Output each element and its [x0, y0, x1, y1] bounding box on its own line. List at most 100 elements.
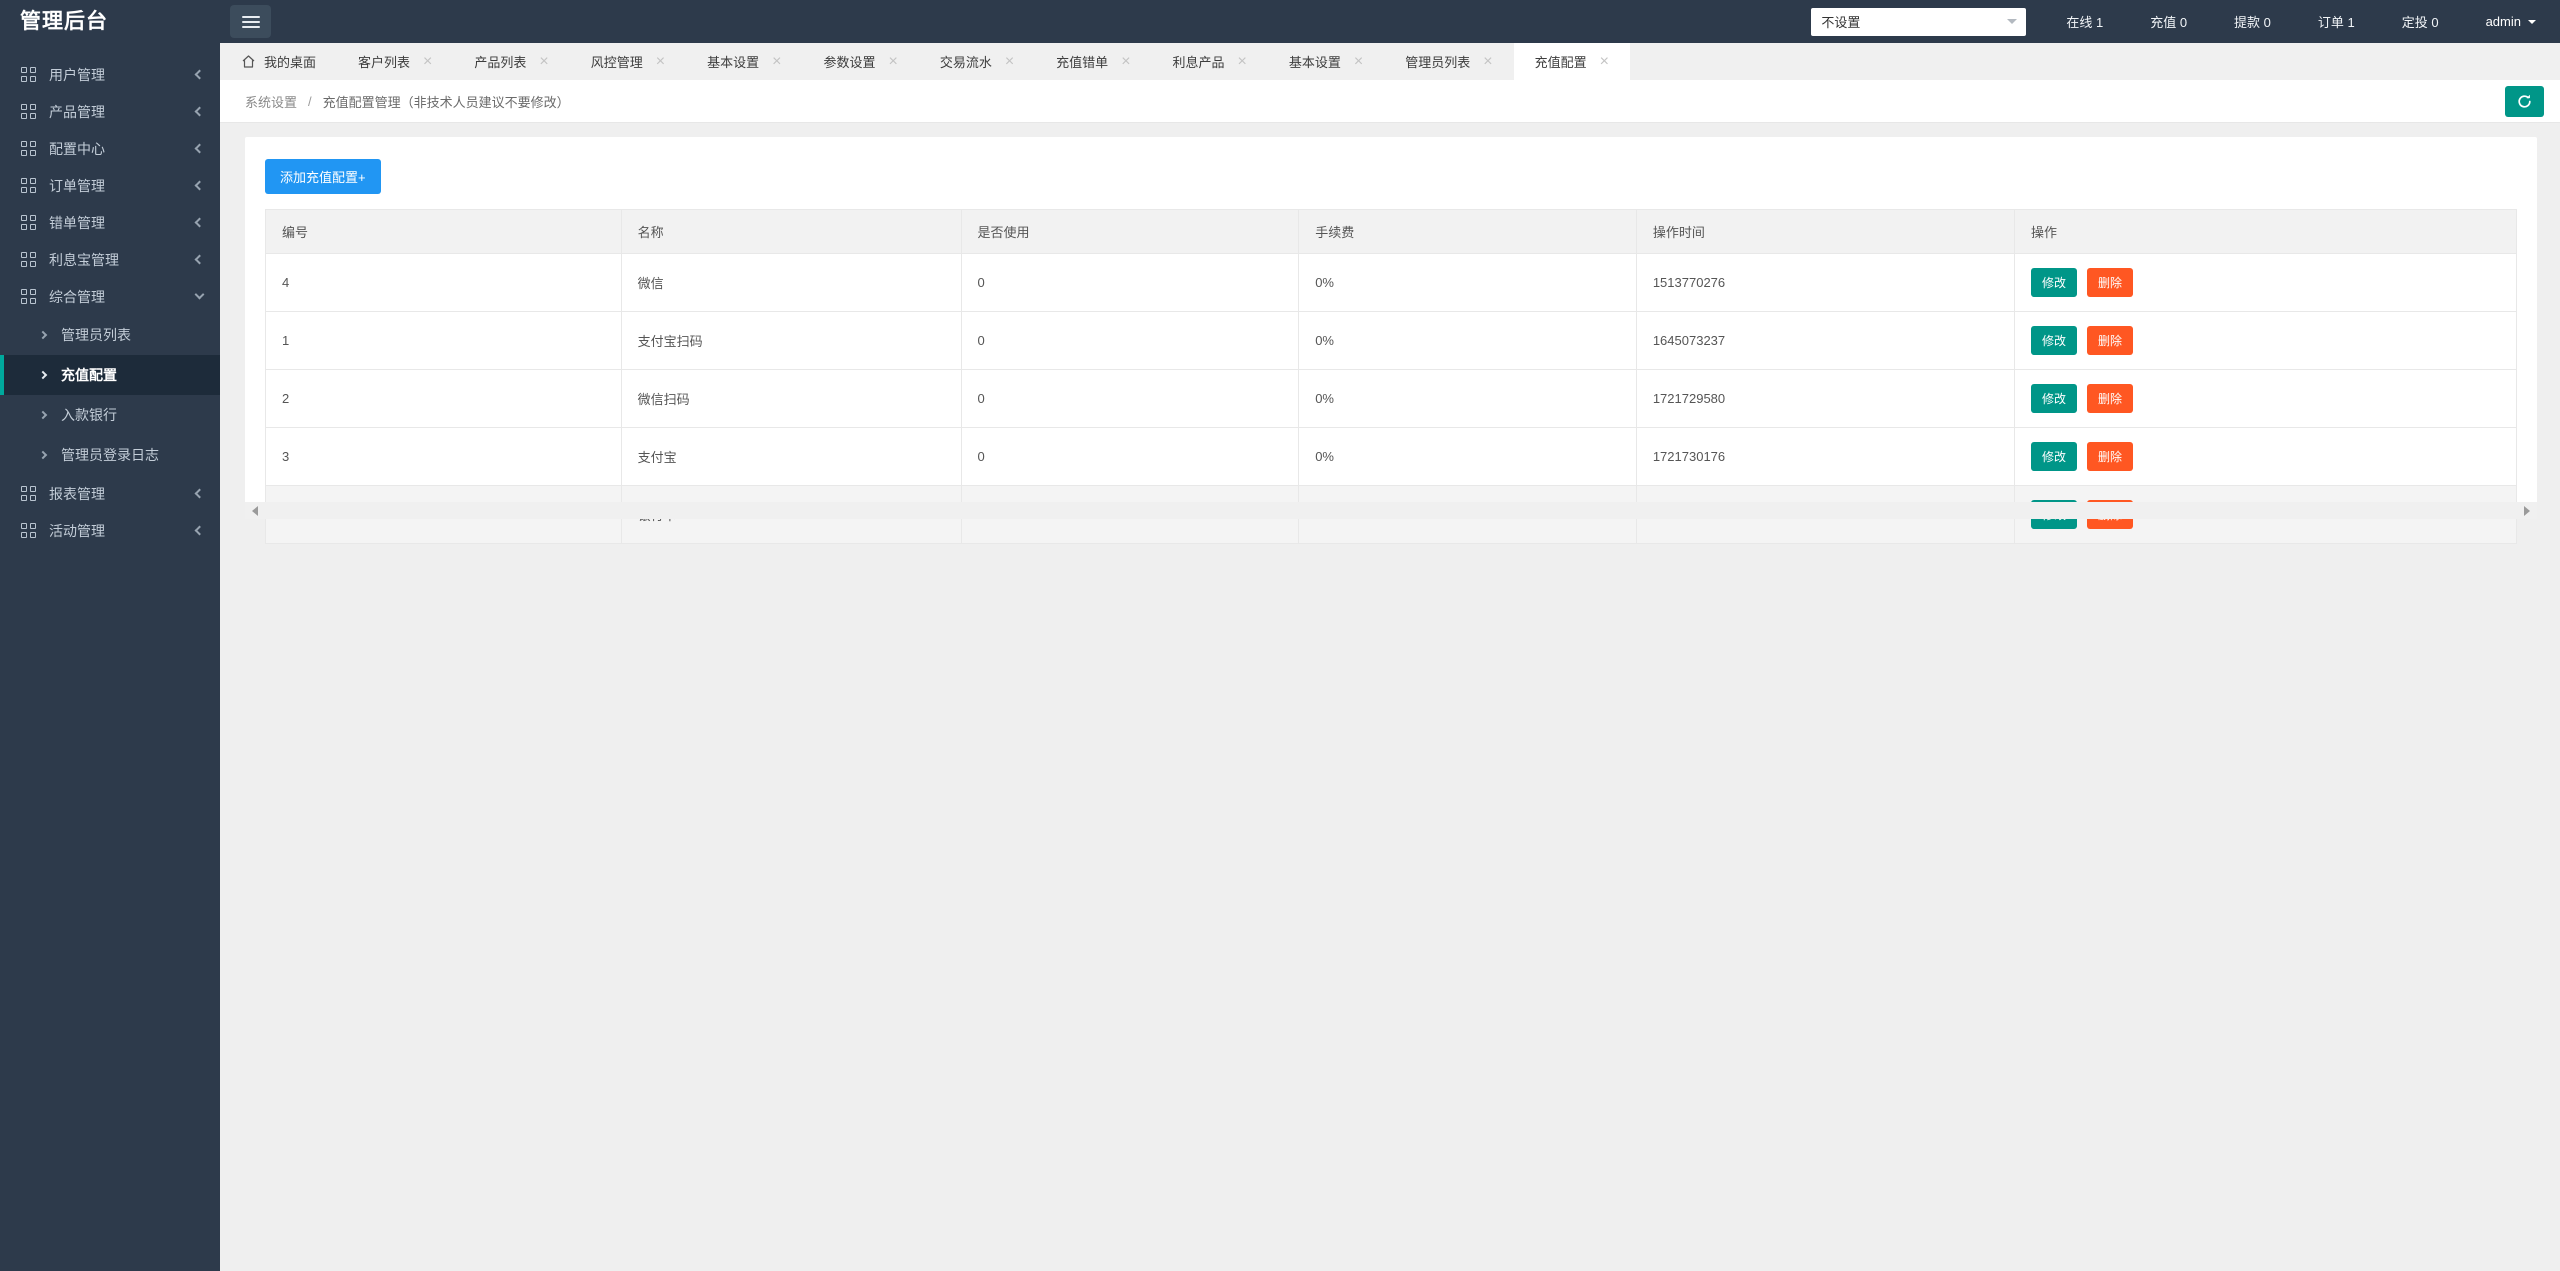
- tab-desktop[interactable]: 我的桌面: [220, 43, 337, 80]
- header-stat-recharge[interactable]: 充值 0: [2150, 15, 2187, 30]
- table-column-header: 是否使用: [960, 209, 1300, 254]
- breadcrumb-section: 系统设置: [245, 94, 298, 110]
- tab-close-icon[interactable]: ×: [656, 53, 665, 70]
- chevron-down-icon: [194, 289, 205, 300]
- sidebar-subitem-label: 管理员列表: [61, 327, 131, 343]
- tab-interest-product[interactable]: 利息产品 ×: [1152, 43, 1268, 80]
- cell-enabled: 0: [960, 427, 1300, 486]
- chevron-down-icon: [2528, 19, 2536, 28]
- grid-icon: [21, 486, 36, 501]
- breadcrumb-separator: /: [308, 93, 312, 109]
- cell-op-time: 1513770276: [1635, 253, 2015, 312]
- cell-actions: 修改删除: [2013, 427, 2518, 486]
- tab-bar: 我的桌面 客户列表 × 产品列表 × 风控管理 × 基本设置 × 参数设置 × 交易流水 × 充值错单 × 利…: [220, 43, 2560, 80]
- add-recharge-config-button[interactable]: 添加充值配置+: [265, 159, 381, 194]
- scroll-right-icon[interactable]: [2524, 505, 2530, 516]
- tab-close-icon[interactable]: ×: [539, 53, 548, 70]
- chevron-left-icon: [194, 254, 205, 265]
- chevron-right-icon: [38, 370, 48, 380]
- tab-close-icon[interactable]: ×: [1354, 53, 1363, 70]
- sidebar-item-general-mgmt[interactable]: 综合管理: [0, 278, 220, 315]
- grid-icon: [21, 523, 36, 538]
- user-menu-label: admin: [2485, 14, 2521, 29]
- sidebar-item-activity-mgmt[interactable]: 活动管理: [0, 512, 220, 549]
- tab-customer-list[interactable]: 客户列表 ×: [337, 43, 453, 80]
- tab-admin-list[interactable]: 管理员列表 ×: [1384, 43, 1513, 80]
- cell-op-time: 1721729580: [1635, 369, 2015, 428]
- delete-button[interactable]: 删除: [2087, 268, 2134, 297]
- edit-button[interactable]: 修改: [2030, 326, 2077, 355]
- sidebar-item-label: 利息宝管理: [49, 251, 119, 268]
- header-stat-dingtou[interactable]: 定投 0: [2402, 15, 2439, 30]
- chevron-right-icon: [38, 410, 48, 420]
- hamburger-icon: [241, 15, 260, 28]
- sidebar-toggle-button[interactable]: [230, 5, 271, 38]
- tab-recharge-errors[interactable]: 充值错单 ×: [1035, 43, 1151, 80]
- sidebar-item-report-mgmt[interactable]: 报表管理: [0, 475, 220, 512]
- edit-button[interactable]: 修改: [2030, 268, 2077, 297]
- filter-select[interactable]: 不设置: [1811, 7, 2027, 36]
- edit-button[interactable]: 修改: [2030, 442, 2077, 471]
- tab-basic-settings-2[interactable]: 基本设置 ×: [1268, 43, 1384, 80]
- table-column-header: 操作: [2013, 209, 2518, 254]
- tab-close-icon[interactable]: ×: [772, 53, 781, 70]
- sidebar-subitem-deposit-bank[interactable]: 入款银行: [0, 395, 220, 435]
- chevron-right-icon: [38, 450, 48, 460]
- tab-close-icon[interactable]: ×: [888, 53, 897, 70]
- delete-button[interactable]: 删除: [2087, 442, 2134, 471]
- chevron-right-icon: [38, 330, 48, 340]
- tab-close-icon[interactable]: ×: [1121, 53, 1130, 70]
- table-column-header: 手续费: [1298, 209, 1637, 254]
- tab-label: 充值错单: [1056, 55, 1109, 70]
- sidebar-item-product-mgmt[interactable]: 产品管理: [0, 93, 220, 130]
- header-stat-orders[interactable]: 订单 1: [2318, 15, 2355, 30]
- sidebar-item-lixibao-mgmt[interactable]: 利息宝管理: [0, 241, 220, 278]
- table-column-header: 名称: [620, 209, 962, 254]
- sidebar-subitem-admin-list[interactable]: 管理员列表: [0, 315, 220, 355]
- sidebar-item-label: 订单管理: [49, 177, 105, 194]
- refresh-button[interactable]: [2505, 86, 2544, 117]
- grid-icon: [21, 289, 36, 304]
- cell-actions: 修改删除: [2013, 311, 2518, 370]
- scroll-left-icon[interactable]: [252, 505, 258, 516]
- chevron-left-icon: [194, 525, 205, 536]
- refresh-icon: [2516, 93, 2533, 110]
- delete-button[interactable]: 删除: [2087, 384, 2134, 413]
- sidebar-subitem-label: 入款银行: [61, 407, 117, 423]
- tab-close-icon[interactable]: ×: [1600, 53, 1609, 70]
- table-column-header: 编号: [265, 209, 622, 254]
- tab-close-icon[interactable]: ×: [1238, 53, 1247, 70]
- header-stat-online[interactable]: 在线 1: [2066, 15, 2103, 30]
- table-column-header: 操作时间: [1635, 209, 2015, 254]
- tab-risk-control[interactable]: 风控管理 ×: [570, 43, 686, 80]
- cell-name: 支付宝扫码: [620, 311, 962, 370]
- sidebar-item-config-center[interactable]: 配置中心: [0, 130, 220, 167]
- edit-button[interactable]: 修改: [2030, 384, 2077, 413]
- user-menu[interactable]: admin: [2486, 14, 2536, 29]
- header-stat-withdraw[interactable]: 提款 0: [2234, 15, 2271, 30]
- cell-actions: 修改删除: [2013, 253, 2518, 312]
- horizontal-scrollbar[interactable]: [245, 502, 2537, 519]
- tab-close-icon[interactable]: ×: [423, 53, 432, 70]
- cell-enabled: 0: [960, 311, 1300, 370]
- header-stats: 在线 1 充值 0 提款 0 订单 1 定投 0: [2066, 12, 2485, 32]
- table-header-row: 编号 名称 是否使用 手续费 操作时间 操作: [265, 209, 2518, 254]
- tab-product-list[interactable]: 产品列表 ×: [453, 43, 569, 80]
- tab-recharge-config[interactable]: 充值配置 ×: [1513, 43, 1630, 80]
- chevron-left-icon: [194, 106, 205, 117]
- sidebar-item-order-mgmt[interactable]: 订单管理: [0, 167, 220, 204]
- sidebar-item-user-mgmt[interactable]: 用户管理: [0, 56, 220, 93]
- tab-close-icon[interactable]: ×: [1483, 53, 1492, 70]
- sidebar: 用户管理 产品管理 配置中心订单管理错单管理利息宝管理综合管理管理员列表充值配置入款…: [0, 43, 220, 1271]
- sidebar-subitem-admin-login-log[interactable]: 管理员登录日志: [0, 435, 220, 475]
- sidebar-item-error-orders[interactable]: 错单管理: [0, 204, 220, 241]
- tab-param-settings[interactable]: 参数设置 ×: [802, 43, 918, 80]
- tab-close-icon[interactable]: ×: [1005, 53, 1014, 70]
- sidebar-subitem-recharge-config[interactable]: 充值配置: [0, 355, 220, 395]
- grid-icon: [21, 104, 36, 119]
- delete-button[interactable]: 删除: [2087, 326, 2134, 355]
- grid-icon: [21, 252, 36, 267]
- tab-transaction-flow[interactable]: 交易流水 ×: [919, 43, 1035, 80]
- sidebar-subitem-label: 充值配置: [61, 367, 117, 383]
- tab-basic-settings[interactable]: 基本设置 ×: [686, 43, 802, 80]
